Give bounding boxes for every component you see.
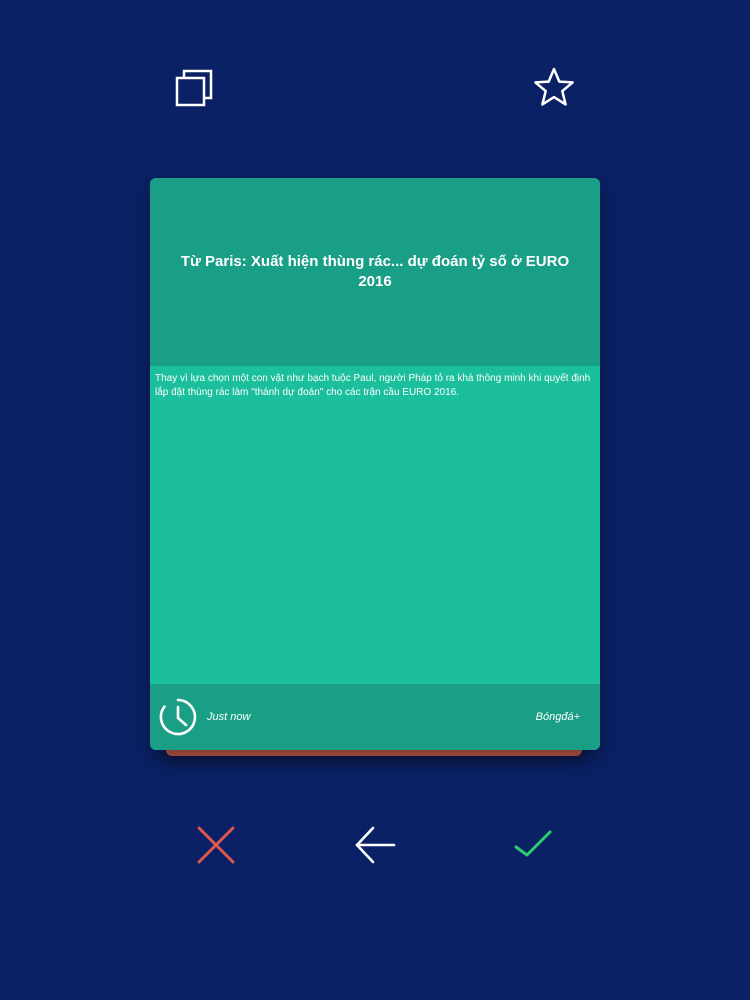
clock-icon [158,697,198,737]
card-header: Từ Paris: Xuất hiện thùng rác... dự đoán… [150,178,600,366]
copy-icon [175,69,213,107]
card-title: Từ Paris: Xuất hiện thùng rác... dự đoán… [180,253,570,290]
card-body: Thay vì lựa chọn một con vật như bạch tu… [150,366,600,684]
news-card[interactable]: Từ Paris: Xuất hiện thùng rác... dự đoán… [150,178,600,750]
app-screen: Từ Paris: Xuất hiện thùng rác... dự đoán… [0,0,750,1000]
arrow-left-icon [355,826,396,864]
copy-button[interactable] [170,64,218,112]
dismiss-button[interactable] [191,820,241,870]
card-source: Bóngđá+ [535,711,580,723]
close-icon [197,826,235,864]
card-description: Thay vì lựa chọn một con vật như bạch tu… [155,373,591,398]
card-timestamp: Just now [207,711,251,723]
star-icon [534,67,574,106]
check-icon [514,830,552,857]
back-button[interactable] [350,820,400,870]
card-footer: Just now Bóngđá+ [150,684,600,750]
accept-button[interactable] [508,820,558,870]
favorite-button[interactable] [530,64,578,112]
